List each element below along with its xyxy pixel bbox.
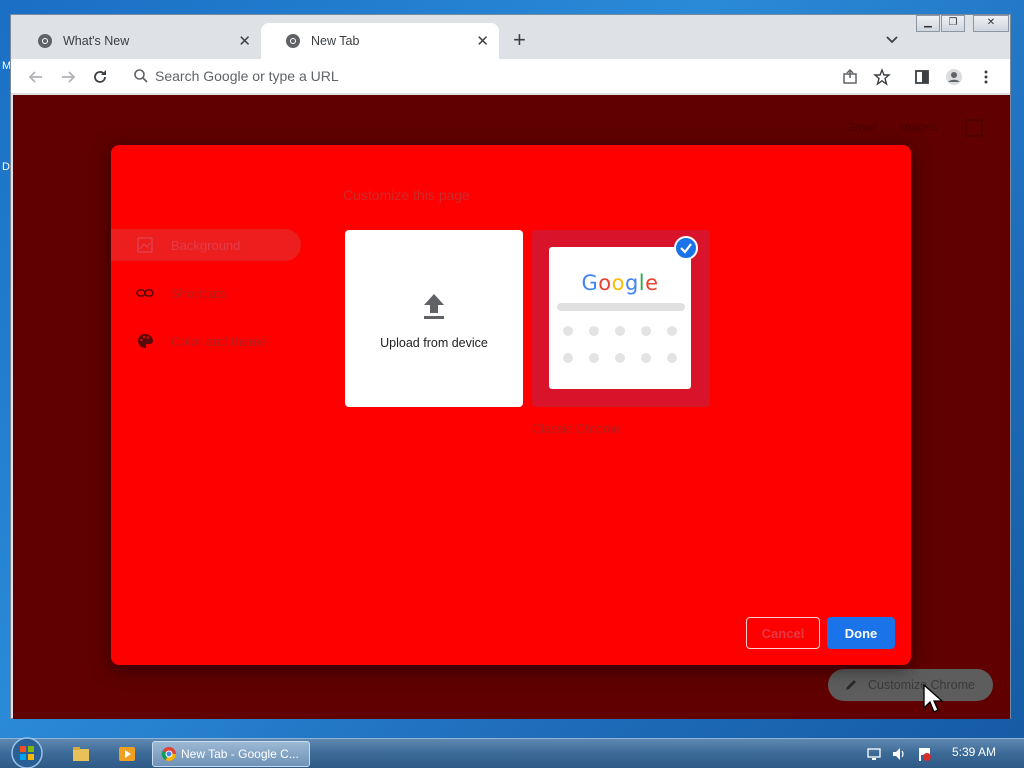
taskbar: New Tab - Google C... 5:39 AM	[0, 736, 1024, 768]
shortcut-dot	[667, 353, 677, 363]
search-bar-preview	[557, 303, 685, 311]
omnibox-placeholder: Search Google or type a URL	[155, 68, 339, 84]
customize-chrome-label: Customize Chrome	[868, 678, 975, 692]
back-arrow-icon[interactable]	[27, 68, 45, 86]
side-panel-icon[interactable]	[913, 68, 931, 86]
task-label: New Tab - Google C...	[181, 747, 299, 761]
pencil-icon	[846, 680, 856, 690]
image-icon	[137, 237, 153, 253]
bookmark-star-icon[interactable]	[873, 68, 891, 86]
close-window-icon[interactable]: ✕	[973, 15, 1009, 32]
tab-close-icon[interactable]: ✕	[476, 32, 489, 50]
nav-label: Background	[171, 237, 241, 253]
mouse-cursor-icon	[923, 684, 943, 713]
tab-strip: What's New ✕ New Tab ✕ + ▁ ❐ ✕	[11, 15, 1010, 59]
customize-dialog: Customize this page Background Shortcuts…	[111, 145, 911, 665]
tab-new-tab[interactable]: New Tab ✕	[261, 23, 499, 59]
explorer-folder-icon[interactable]	[72, 746, 90, 762]
upload-icon	[424, 294, 444, 319]
tab-title: What's New	[63, 34, 130, 48]
gmail-link[interactable]: Gmail	[846, 120, 877, 134]
new-tab-plus-icon[interactable]: +	[513, 29, 526, 51]
chrome-icon	[161, 747, 176, 761]
action-center-flag-icon[interactable]	[916, 746, 932, 762]
link-icon	[136, 289, 154, 297]
shortcut-dot	[615, 326, 625, 336]
tab-search-chevron-icon[interactable]	[885, 33, 899, 47]
tab-close-icon[interactable]: ✕	[238, 32, 251, 50]
shortcut-dot	[589, 326, 599, 336]
tab-whats-new[interactable]: What's New ✕	[13, 23, 261, 59]
chrome-icon	[286, 34, 300, 48]
clock: 5:39 AM	[952, 745, 997, 759]
selected-check-icon	[674, 236, 698, 260]
menu-kebab-icon[interactable]	[977, 68, 995, 86]
share-icon[interactable]	[841, 68, 859, 86]
volume-icon[interactable]	[891, 746, 907, 762]
toolbar: Search Google or type a URL	[11, 59, 1010, 94]
apps-grid-icon[interactable]	[965, 119, 983, 137]
palette-icon	[138, 334, 153, 348]
nav-item-shortcuts[interactable]: Shortcuts	[111, 277, 301, 309]
network-icon[interactable]	[866, 746, 882, 762]
profile-avatar-icon[interactable]	[945, 68, 963, 86]
classic-chrome-label: Classic Chrome	[532, 422, 621, 436]
google-logo: Google	[581, 271, 659, 295]
desktop-text-d: D	[2, 161, 10, 173]
shortcut-dot	[563, 353, 573, 363]
upload-label: Upload from device	[380, 336, 488, 350]
done-button[interactable]: Done	[827, 617, 895, 649]
maximize-icon[interactable]: ❐	[941, 15, 965, 32]
shortcut-dot	[615, 353, 625, 363]
shortcut-dot	[563, 326, 573, 336]
media-player-icon[interactable]	[118, 746, 136, 762]
nav-item-background[interactable]: Background	[111, 229, 301, 261]
chrome-icon	[38, 34, 52, 48]
upload-from-device-tile[interactable]	[345, 230, 523, 407]
cancel-button[interactable]: Cancel	[746, 617, 820, 649]
dialog-title: Customize this page	[343, 187, 470, 203]
taskbar-chrome-button[interactable]: New Tab - Google C...	[152, 741, 310, 767]
classic-preview: Google	[549, 247, 691, 389]
nav-label: Shortcuts	[171, 285, 226, 301]
shortcut-dot	[589, 353, 599, 363]
forward-arrow-icon[interactable]	[59, 68, 77, 86]
reload-icon[interactable]	[91, 68, 109, 86]
minimize-icon[interactable]: ▁	[916, 15, 940, 32]
shortcut-dot	[667, 326, 677, 336]
omnibox[interactable]: Search Google or type a URL	[123, 61, 883, 91]
shortcut-dot	[641, 326, 651, 336]
start-orb-icon[interactable]	[8, 736, 46, 768]
nav-label: Color and theme	[171, 333, 268, 349]
search-icon	[134, 69, 148, 83]
customize-chrome-button[interactable]: Customize Chrome	[828, 669, 993, 701]
nav-item-color-theme[interactable]: Color and theme	[111, 325, 301, 357]
shortcut-dot	[641, 353, 651, 363]
images-link[interactable]: Images	[898, 120, 937, 134]
tab-title: New Tab	[311, 34, 360, 48]
